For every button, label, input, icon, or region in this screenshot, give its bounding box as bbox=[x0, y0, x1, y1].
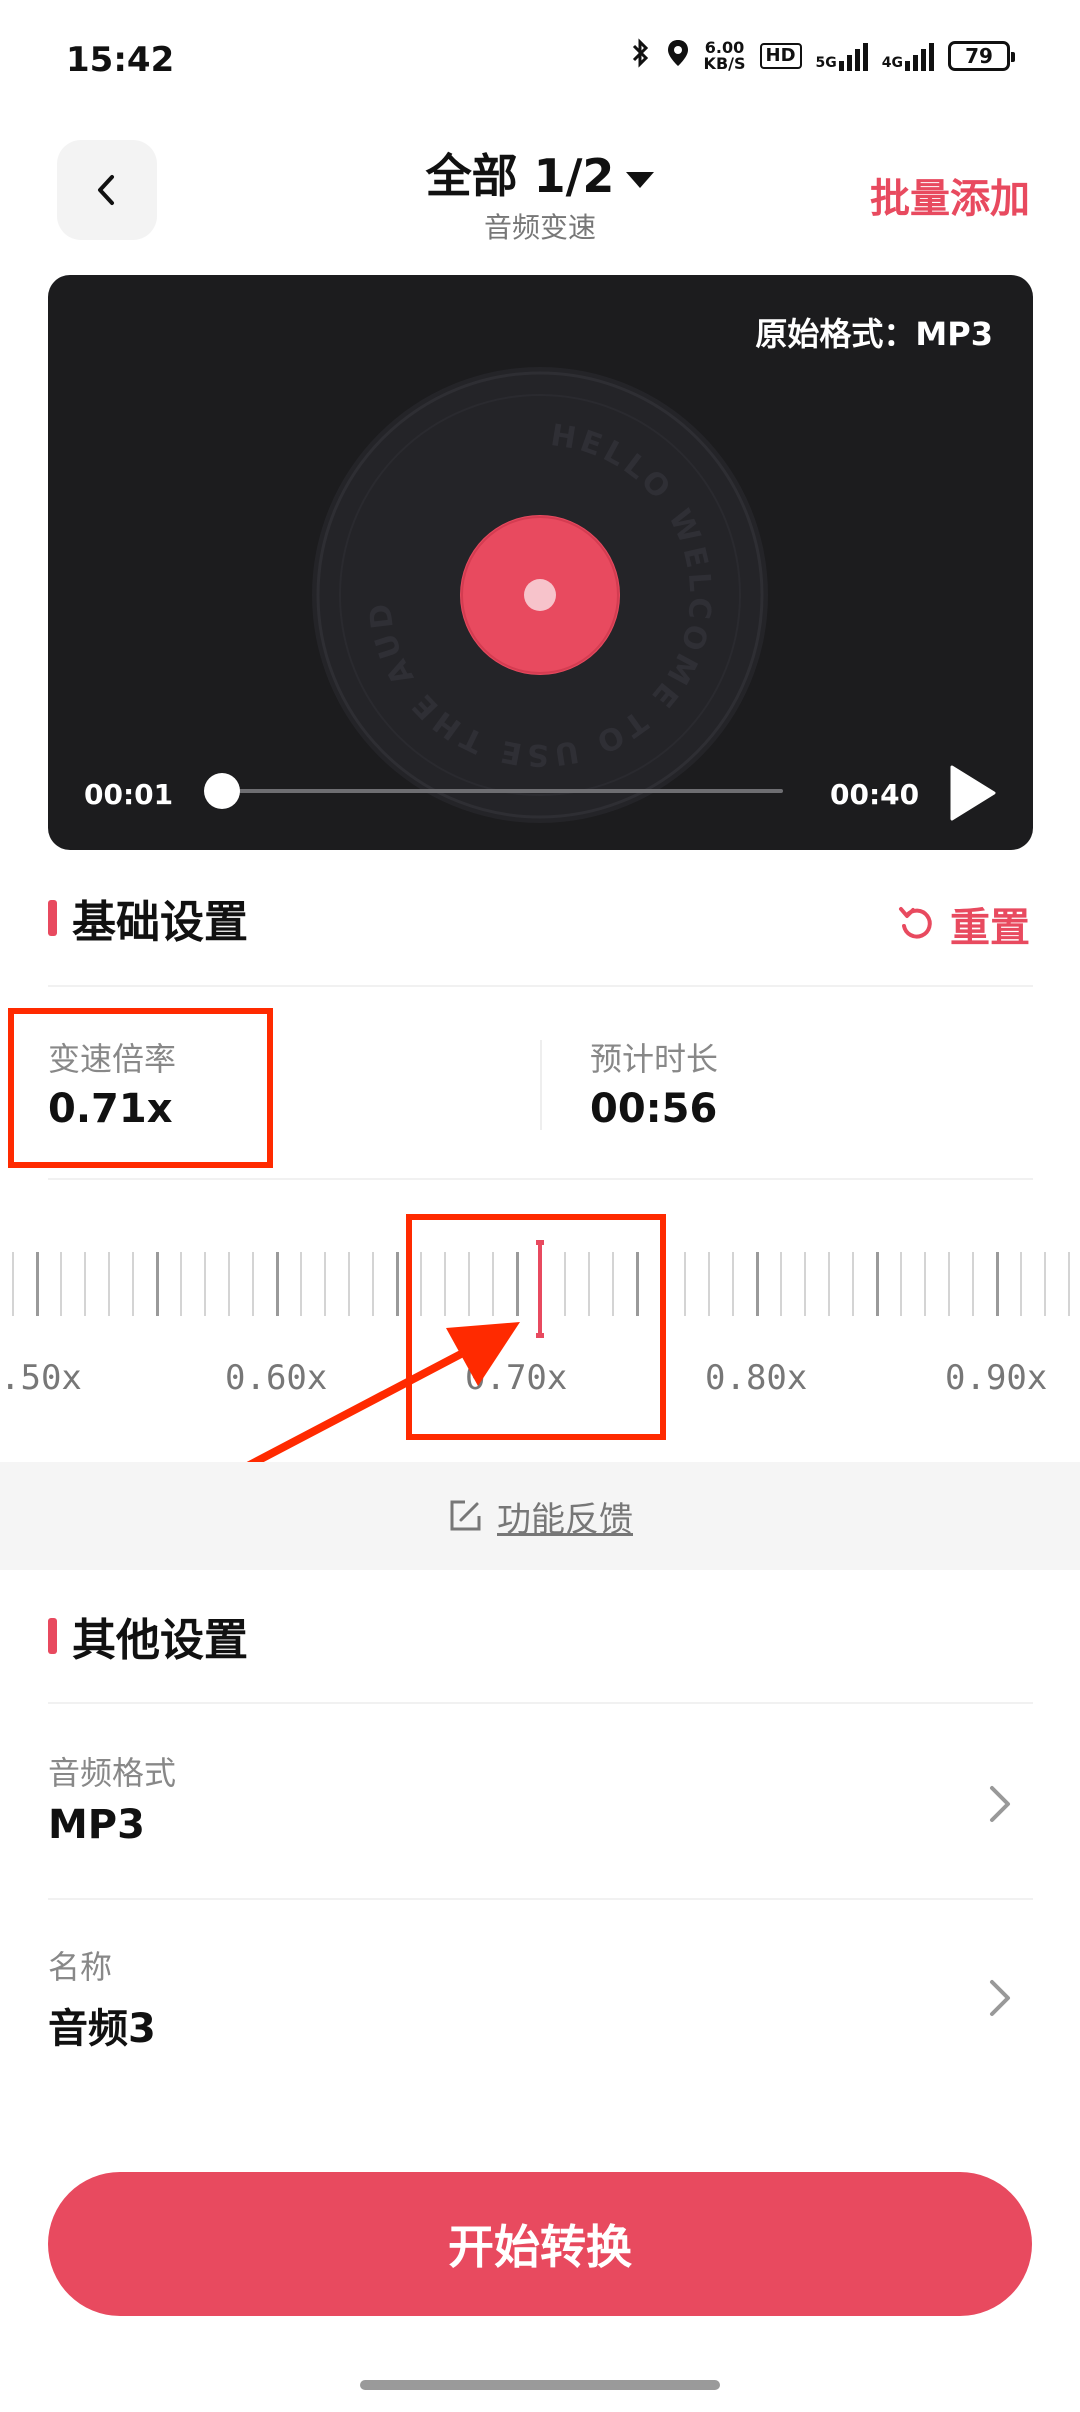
current-time: 00:01 bbox=[84, 778, 174, 811]
vinyl-disc-icon: HELLO WELCOME TO USE THE AUDIO CONVERTER bbox=[310, 365, 768, 823]
ruler-label: 0.80x bbox=[705, 1358, 808, 1398]
row-value: 音频3 bbox=[48, 2006, 156, 2052]
divider bbox=[48, 1178, 1033, 1180]
divider bbox=[48, 1702, 1033, 1704]
settings-row-audio-format[interactable]: 音频格式 MP3 bbox=[48, 1712, 1033, 1902]
home-indicator bbox=[360, 2380, 720, 2390]
status-time: 15:42 bbox=[66, 40, 175, 80]
original-format-label: 原始格式：MP3 bbox=[755, 315, 993, 353]
ruler-tick bbox=[1044, 1252, 1046, 1316]
hd-badge: HD bbox=[759, 43, 802, 69]
ruler-major-tick bbox=[876, 1252, 879, 1316]
duration-label: 预计时长 bbox=[590, 1040, 719, 1078]
ruler-tick bbox=[732, 1252, 734, 1316]
row-label: 音频格式 bbox=[48, 1754, 177, 1792]
ruler-tick bbox=[780, 1252, 782, 1316]
divider bbox=[48, 1898, 1033, 1900]
feedback-label: 功能反馈 bbox=[497, 1499, 633, 1540]
ruler-tick bbox=[84, 1252, 86, 1316]
ruler-tick bbox=[132, 1252, 134, 1316]
feedback-link[interactable]: 功能反馈 bbox=[0, 1462, 1080, 1570]
total-time: 00:40 bbox=[830, 778, 920, 811]
ruler-tick bbox=[852, 1252, 854, 1316]
settings-row-name[interactable]: 名称 音频3 bbox=[48, 1906, 1033, 2096]
section-accent-bar bbox=[48, 900, 57, 936]
reset-label: 重置 bbox=[950, 905, 1030, 951]
basic-settings-title: 基础设置 bbox=[72, 897, 248, 948]
net-speed: 6.00 KB/S bbox=[704, 40, 746, 72]
row-label: 名称 bbox=[48, 1948, 113, 1986]
signal-icon-sim2: 4G bbox=[882, 41, 934, 71]
ruler-tick bbox=[12, 1252, 14, 1316]
ruler-tick bbox=[60, 1252, 62, 1316]
sim1-label: 5G bbox=[815, 55, 837, 71]
ruler-tick bbox=[804, 1252, 806, 1316]
ruler-label: .50x bbox=[0, 1358, 82, 1398]
battery-level: 79 bbox=[965, 44, 993, 68]
ruler-tick bbox=[108, 1252, 110, 1316]
ruler-tick bbox=[828, 1252, 830, 1316]
signal-icon-sim1: 5G bbox=[816, 41, 868, 71]
ruler-major-tick bbox=[996, 1252, 999, 1316]
sim2-label: 4G bbox=[881, 55, 903, 71]
ruler-tick bbox=[924, 1252, 926, 1316]
caret-down-icon bbox=[626, 171, 655, 188]
section-accent-bar bbox=[48, 1618, 57, 1654]
chevron-right-icon bbox=[990, 1980, 1010, 2016]
battery-icon: 79 bbox=[948, 41, 1015, 71]
ruler-major-tick bbox=[756, 1252, 759, 1316]
chevron-right-icon bbox=[990, 1786, 1010, 1822]
batch-add-button[interactable]: 批量添加 bbox=[870, 166, 1030, 224]
ruler-tick bbox=[900, 1252, 902, 1316]
annotation-box-speed bbox=[8, 1008, 273, 1168]
duration-value: 00:56 bbox=[590, 1086, 718, 1132]
progress-thumb[interactable] bbox=[204, 773, 241, 809]
ruler-tick bbox=[1020, 1252, 1022, 1316]
reset-button[interactable]: 重置 bbox=[898, 895, 1030, 953]
audio-player: 原始格式：MP3 HELLO WELCOME TO USE THE AUDIO … bbox=[48, 275, 1033, 850]
location-icon bbox=[666, 38, 690, 74]
other-settings-title: 其他设置 bbox=[72, 1615, 248, 1666]
ruler-tick bbox=[948, 1252, 950, 1316]
ruler-tick bbox=[684, 1252, 686, 1316]
divider bbox=[48, 985, 1033, 987]
play-icon[interactable] bbox=[948, 765, 998, 821]
net-speed-unit: KB/S bbox=[703, 54, 746, 73]
page-title-text: 全部 1/2 bbox=[425, 149, 615, 203]
ruler-label: 0.90x bbox=[945, 1358, 1048, 1398]
ruler-major-tick bbox=[36, 1252, 39, 1316]
edit-icon bbox=[450, 1500, 481, 1531]
bluetooth-icon bbox=[630, 38, 652, 74]
ruler-tick bbox=[708, 1252, 710, 1316]
status-icons: 6.00 KB/S HD 5G 4G 79 bbox=[630, 38, 1015, 74]
ruler-tick bbox=[972, 1252, 974, 1316]
stat-divider bbox=[540, 1040, 542, 1130]
start-convert-button[interactable]: 开始转换 bbox=[48, 2172, 1032, 2316]
reset-icon bbox=[899, 907, 932, 939]
ruler-tick bbox=[1068, 1252, 1070, 1316]
row-value: MP3 bbox=[48, 1802, 145, 1848]
progress-slider[interactable] bbox=[204, 773, 783, 809]
